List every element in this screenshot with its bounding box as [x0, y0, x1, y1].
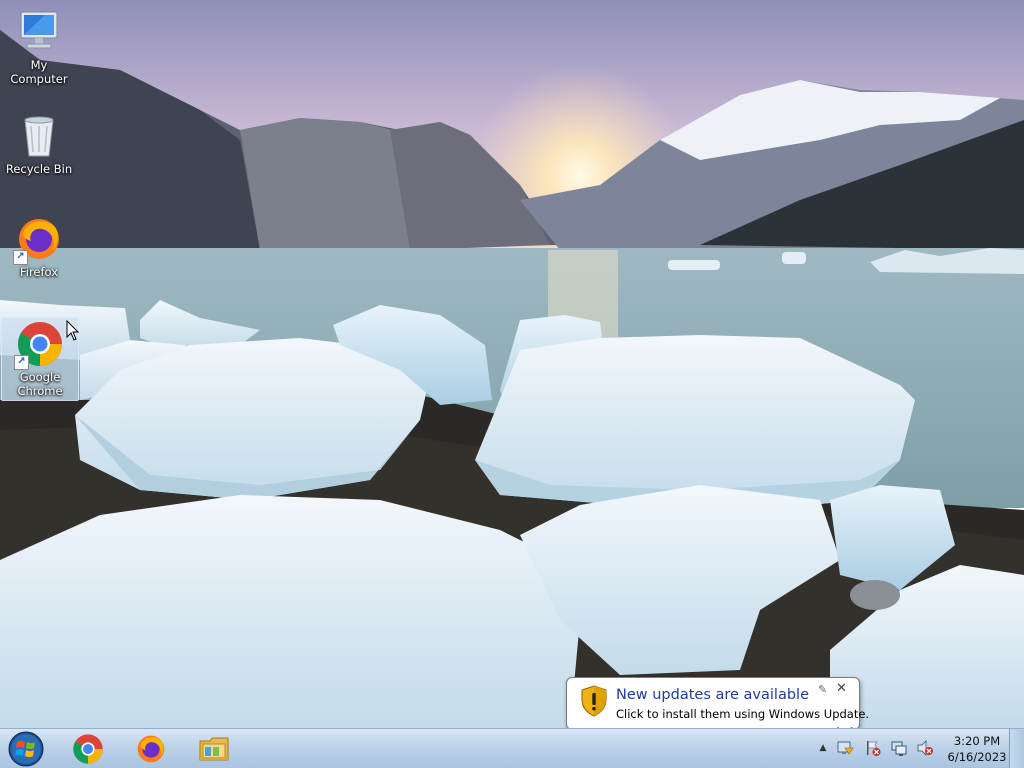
notification-text: Click to install them using Windows Upda… — [616, 707, 870, 721]
desktop-icon-label: My Computer — [10, 58, 68, 86]
action-center-flag-icon[interactable] — [864, 739, 882, 757]
firefox-icon — [135, 733, 167, 765]
chrome-icon: ↗ — [14, 320, 64, 370]
shield-warning-icon — [580, 685, 608, 717]
show-hidden-icons-button[interactable]: ▲ — [814, 739, 832, 757]
desktop-icon-firefox[interactable]: ↗ Firefox — [1, 215, 77, 279]
file-explorer-icon — [198, 733, 230, 765]
start-button[interactable] — [6, 730, 46, 768]
desktop-icon-label: Recycle Bin — [5, 162, 73, 176]
taskbar-file-explorer-button[interactable] — [186, 731, 242, 767]
notification-options-icon[interactable]: ✎ — [818, 684, 830, 696]
notification-area: ▲ 3:20 PM 6/16/2023 — [812, 729, 1024, 768]
notification-title: New updates are available — [616, 687, 809, 703]
taskbar-clock[interactable]: 3:20 PM 6/16/2023 — [942, 733, 1012, 765]
mouse-cursor-icon — [66, 319, 80, 342]
taskbar-firefox-button[interactable] — [123, 731, 179, 767]
volume-muted-icon[interactable] — [916, 739, 934, 757]
clock-time: 3:20 PM — [953, 734, 1001, 748]
windows-start-orb-icon — [8, 731, 44, 767]
computer-icon — [15, 8, 63, 56]
clock-date: 6/16/2023 — [947, 750, 1007, 764]
desktop-icon-my-computer[interactable]: My Computer — [1, 8, 77, 86]
desktop-icon-label: Firefox — [19, 265, 59, 279]
recycle-bin-icon — [15, 112, 63, 160]
update-notification-balloon[interactable]: New updates are available Click to insta… — [566, 677, 869, 739]
show-desktop-button[interactable] — [1009, 729, 1024, 768]
taskbar: ▲ 3:20 PM 6/16/2023 — [0, 728, 1024, 768]
desktop-wallpaper — [0, 0, 1024, 728]
network-icon[interactable] — [890, 739, 908, 757]
taskbar-chrome-button[interactable] — [60, 731, 116, 767]
windows-update-icon[interactable] — [836, 739, 854, 757]
desktop-icon-recycle-bin[interactable]: Recycle Bin — [1, 112, 77, 176]
chrome-icon — [72, 733, 104, 765]
firefox-icon: ↗ — [13, 215, 63, 265]
shortcut-arrow-icon: ↗ — [13, 250, 28, 265]
desktop-icon-label: Google Chrome — [17, 370, 63, 398]
shortcut-arrow-icon: ↗ — [14, 355, 29, 370]
notification-close-icon[interactable]: ✕ — [836, 682, 848, 695]
